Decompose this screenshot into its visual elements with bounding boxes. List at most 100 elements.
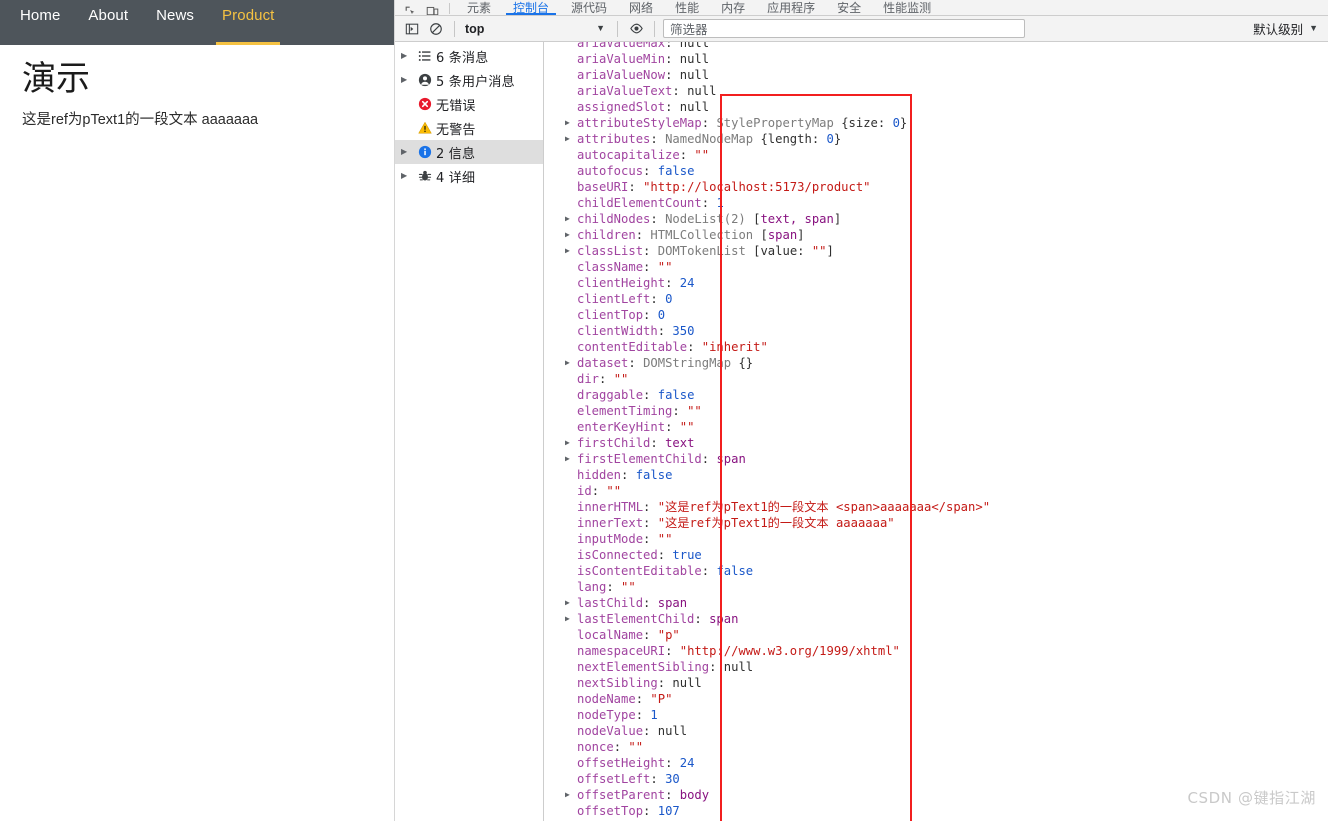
devtools-tab-1[interactable]: 控制台 — [502, 0, 560, 15]
object-property-row[interactable]: ▶ lastElementChild: span — [565, 611, 1328, 627]
console-sidebar-row[interactable]: ▶ 6 条消息 — [395, 44, 543, 68]
expand-triangle-icon[interactable]: ▶ — [565, 131, 577, 147]
expand-triangle-icon[interactable]: ▶ — [565, 227, 577, 243]
nav-item-news[interactable]: News — [142, 0, 208, 45]
property-value: true — [672, 548, 702, 562]
object-property-row[interactable]: innerText: "这是ref为pText1的一段文本 aaaaaaa" — [565, 515, 1328, 531]
object-property-row[interactable]: autocapitalize: "" — [565, 147, 1328, 163]
clear-console-icon[interactable] — [424, 18, 448, 40]
object-property-row[interactable]: ariaValueMin: null — [565, 51, 1328, 67]
nav-item-product[interactable]: Product — [208, 0, 288, 45]
expand-triangle-icon[interactable]: ▶ — [565, 243, 577, 259]
property-key: ariaValueMax — [577, 42, 666, 50]
object-property-row[interactable]: ▶ firstElementChild: span — [565, 451, 1328, 467]
object-property-row[interactable]: offsetLeft: 30 — [565, 771, 1328, 787]
log-level-selector[interactable]: 默认级别 ▼ — [1253, 19, 1322, 38]
devtools-tab-3[interactable]: 网络 — [618, 0, 664, 15]
expand-triangle-icon[interactable]: ▶ — [565, 451, 577, 467]
console-sidebar-row[interactable]: 无警告 — [395, 116, 543, 140]
object-property-row[interactable]: id: "" — [565, 483, 1328, 499]
expand-triangle-icon[interactable]: ▶ — [401, 52, 414, 60]
page-title: 演示 — [22, 59, 90, 99]
object-property-row[interactable]: offsetHeight: 24 — [565, 755, 1328, 771]
expand-triangle-icon[interactable]: ▶ — [401, 76, 414, 84]
object-property-row[interactable]: enterKeyHint: "" — [565, 419, 1328, 435]
object-property-row[interactable]: draggable: false — [565, 387, 1328, 403]
expand-triangle-icon[interactable]: ▶ — [565, 611, 577, 627]
console-sidebar-row[interactable]: 无错误 — [395, 92, 543, 116]
property-separator: : — [701, 452, 717, 466]
nav-item-about[interactable]: About — [74, 0, 142, 45]
object-property-row[interactable]: nextElementSibling: null — [565, 659, 1328, 675]
object-property-row[interactable]: elementTiming: "" — [565, 403, 1328, 419]
expand-triangle-icon[interactable]: ▶ — [401, 172, 414, 180]
object-property-row[interactable]: autofocus: false — [565, 163, 1328, 179]
expand-triangle-icon[interactable]: ▶ — [565, 211, 577, 227]
expand-triangle-icon[interactable]: ▶ — [565, 595, 577, 611]
object-property-row[interactable]: nonce: "" — [565, 739, 1328, 755]
expand-triangle-icon[interactable]: ▶ — [565, 115, 577, 131]
sidebar-toggle-icon[interactable] — [400, 18, 424, 40]
object-property-row[interactable]: dir: "" — [565, 371, 1328, 387]
object-property-row[interactable]: ▶ firstChild: text — [565, 435, 1328, 451]
devtools-tab-2[interactable]: 源代码 — [560, 0, 618, 15]
object-property-row[interactable]: ▶ childNodes: NodeList(2) [text, span] — [565, 211, 1328, 227]
object-property-row[interactable]: localName: "p" — [565, 627, 1328, 643]
object-property-row[interactable]: ariaValueNow: null — [565, 67, 1328, 83]
expand-triangle-icon[interactable]: ▶ — [565, 787, 577, 803]
object-property-row[interactable]: clientWidth: 350 — [565, 323, 1328, 339]
expand-triangle-icon[interactable]: ▶ — [565, 435, 577, 451]
devtools-tab-6[interactable]: 应用程序 — [756, 0, 826, 15]
property-separator: : — [643, 532, 658, 546]
object-property-row[interactable]: assignedSlot: null — [565, 99, 1328, 115]
object-property-row[interactable]: clientTop: 0 — [565, 307, 1328, 323]
console-body: ▶ 6 条消息 ▶ 5 条用户消息 无错误 无警告 ▶ 2 信息 ▶ 4 详细 ariaValue… — [395, 42, 1328, 821]
nav-item-home[interactable]: Home — [6, 0, 74, 45]
devtools-tab-4[interactable]: 性能 — [664, 0, 710, 15]
object-property-row[interactable]: clientHeight: 24 — [565, 275, 1328, 291]
eye-icon[interactable] — [624, 18, 648, 40]
object-property-row[interactable]: namespaceURI: "http://www.w3.org/1999/xh… — [565, 643, 1328, 659]
object-property-row[interactable]: ▶ children: HTMLCollection [span] — [565, 227, 1328, 243]
devtools-tab-0[interactable]: 元素 — [456, 0, 502, 15]
object-property-row[interactable]: clientLeft: 0 — [565, 291, 1328, 307]
object-property-row[interactable]: nextSibling: null — [565, 675, 1328, 691]
object-property-row[interactable]: ariaValueText: null — [565, 83, 1328, 99]
object-property-row[interactable]: hidden: false — [565, 467, 1328, 483]
object-property-row[interactable]: nodeValue: null — [565, 723, 1328, 739]
devtools-tab-7[interactable]: 安全 — [826, 0, 872, 15]
object-property-row[interactable]: ariaValueMax: null — [565, 42, 1328, 51]
object-property-row[interactable]: ▶ lastChild: span — [565, 595, 1328, 611]
object-property-row[interactable]: nodeType: 1 — [565, 707, 1328, 723]
execution-context-selector[interactable]: top ▼ — [461, 22, 611, 36]
devtools-tab-list: 元素 控制台 源代码 网络 性能 内存 应用程序 安全 性能监测 — [456, 0, 942, 15]
object-property-row[interactable]: isConnected: true — [565, 547, 1328, 563]
object-property-row[interactable]: className: "" — [565, 259, 1328, 275]
object-property-row[interactable]: ▶ attributes: NamedNodeMap {length: 0} — [565, 131, 1328, 147]
property-separator: : — [679, 148, 695, 162]
object-property-row[interactable]: baseURI: "http://localhost:5173/product" — [565, 179, 1328, 195]
object-property-row[interactable]: nodeName: "P" — [565, 691, 1328, 707]
console-sidebar-label: 4 详细 — [436, 170, 476, 186]
expand-triangle-icon[interactable]: ▶ — [401, 148, 414, 156]
object-property-row[interactable]: inputMode: "" — [565, 531, 1328, 547]
object-property-row[interactable]: ▶ attributeStyleMap: StylePropertyMap {si… — [565, 115, 1328, 131]
console-sidebar-row[interactable]: ▶ 4 详细 — [395, 164, 543, 188]
property-value: NodeList(2) — [665, 212, 746, 226]
devtools-tab-8[interactable]: 性能监测 — [872, 0, 942, 15]
object-property-row[interactable]: isContentEditable: false — [565, 563, 1328, 579]
object-property-row[interactable]: ▶ dataset: DOMStringMap {} — [565, 355, 1328, 371]
devtools-tab-5[interactable]: 内存 — [710, 0, 756, 15]
object-property-row[interactable]: innerHTML: "这是ref为pText1的一段文本 <span>aaaa… — [565, 499, 1328, 515]
object-property-row[interactable]: ▶ classList: DOMTokenList [value: ""] — [565, 243, 1328, 259]
device-toolbar-icon[interactable] — [421, 0, 443, 15]
object-property-row[interactable]: lang: "" — [565, 579, 1328, 595]
object-property-row[interactable]: childElementCount: 1 — [565, 195, 1328, 211]
console-sidebar-row[interactable]: ▶ 2 信息 — [395, 140, 543, 164]
property-separator: : — [635, 228, 651, 242]
expand-triangle-icon[interactable]: ▶ — [565, 355, 577, 371]
console-sidebar-row[interactable]: ▶ 5 条用户消息 — [395, 68, 543, 92]
inspect-element-icon[interactable] — [399, 0, 421, 15]
console-filter-input[interactable]: 筛选器 — [663, 19, 1025, 38]
object-property-row[interactable]: contentEditable: "inherit" — [565, 339, 1328, 355]
